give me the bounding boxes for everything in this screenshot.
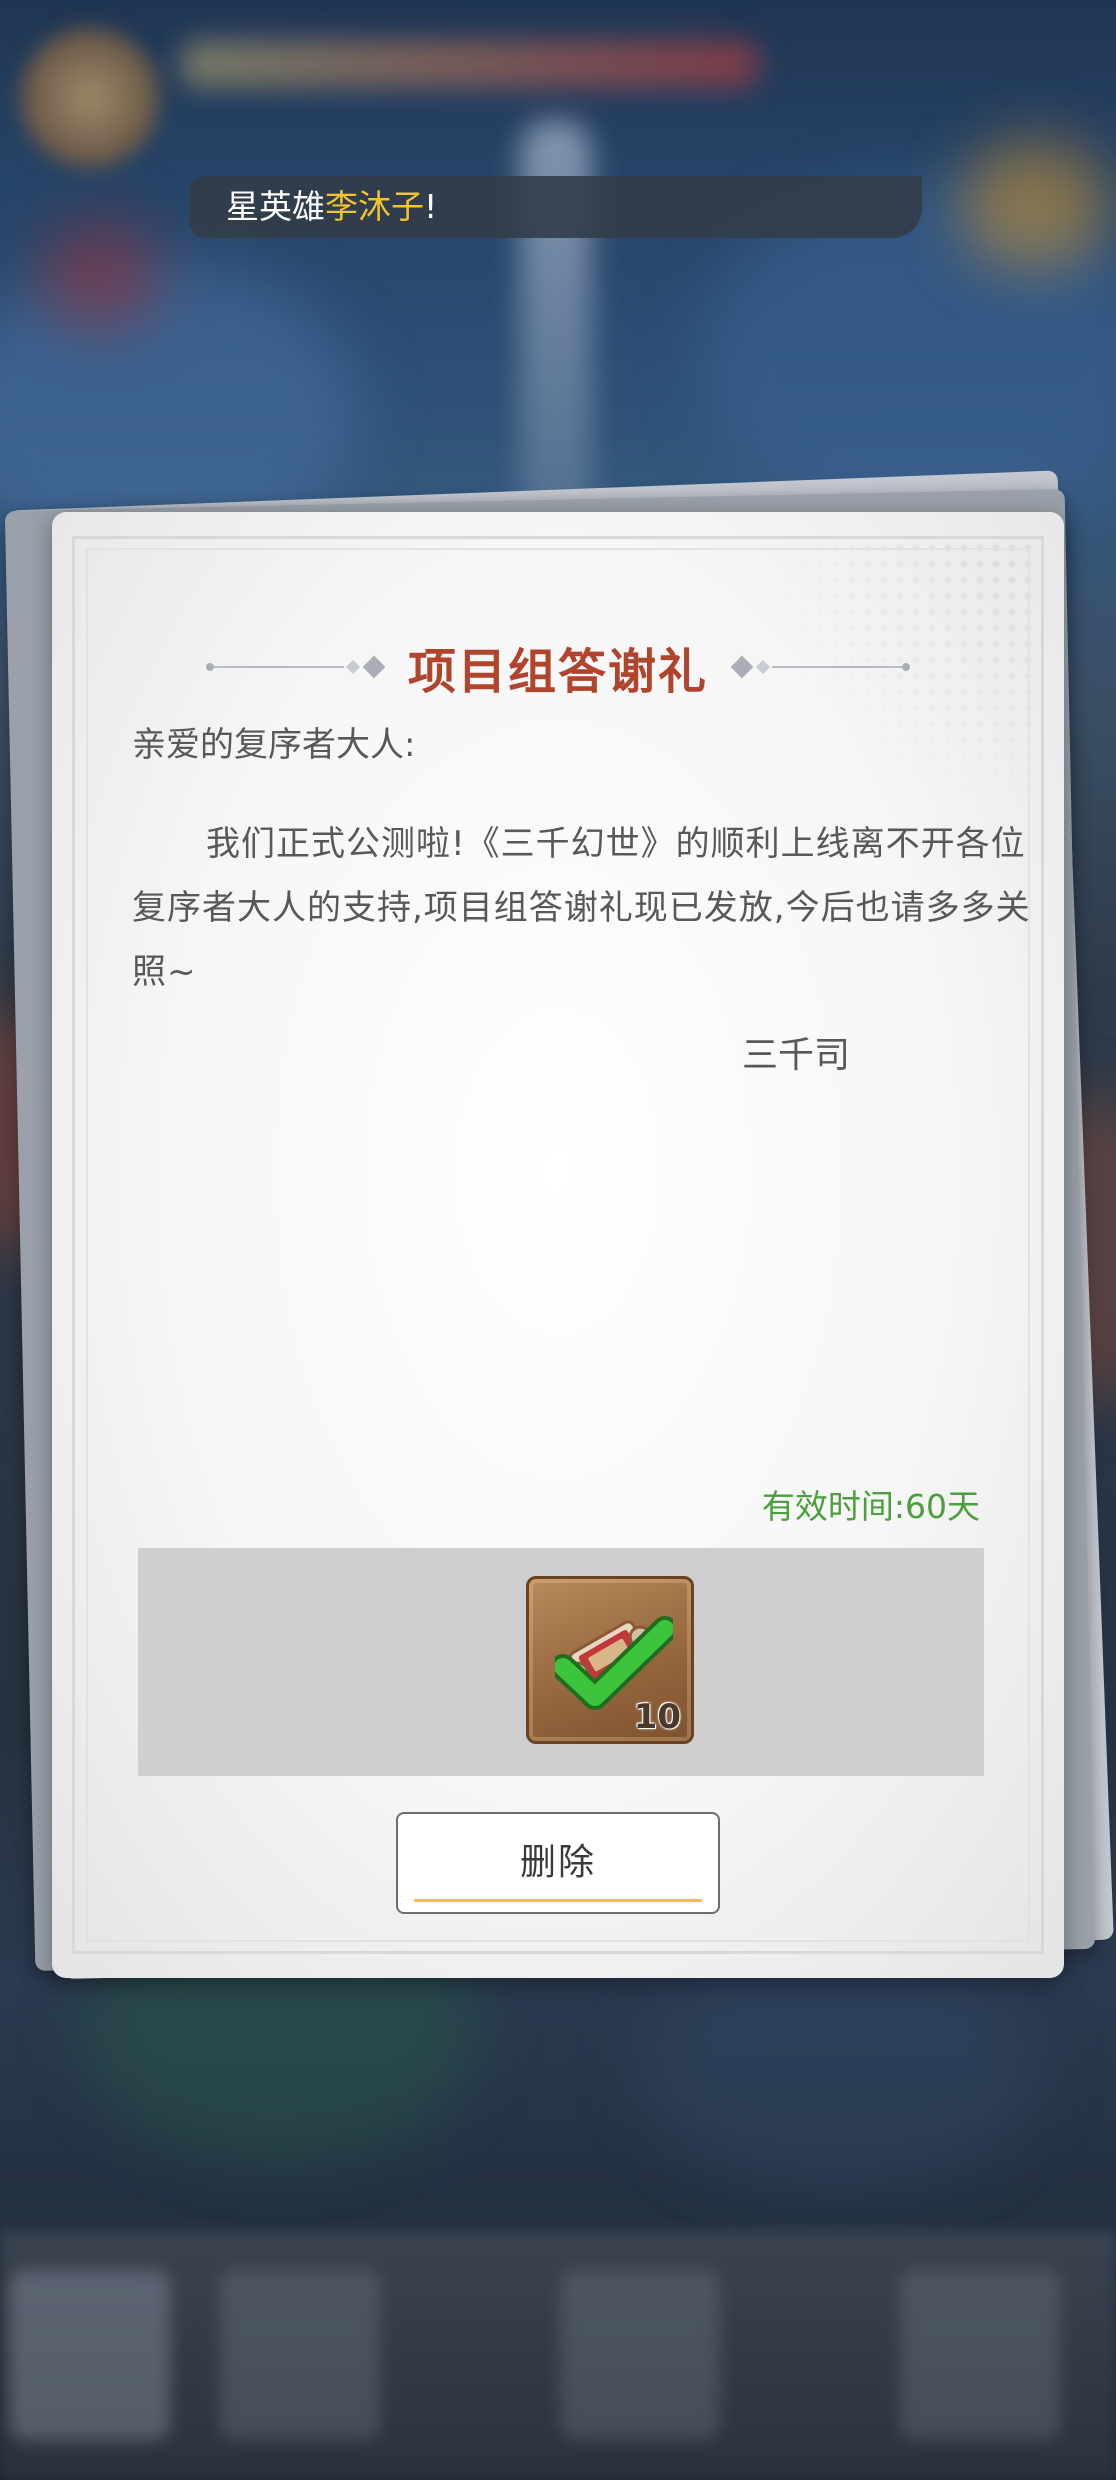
mail-validity: 有效时间:60天 bbox=[762, 1484, 980, 1530]
bottom-nav-slot bbox=[220, 2270, 380, 2440]
mail-body: 我们正式公测啦!《三千幻世》的顺利上线离不开各位复序者大人的支持,项目组答谢礼现… bbox=[132, 824, 1031, 992]
marquee-prefix: 星英雄 bbox=[226, 187, 325, 226]
validity-value: 60天 bbox=[905, 1487, 980, 1526]
marquee-suffix: ! bbox=[424, 187, 438, 226]
attachment-item[interactable]: 10 bbox=[526, 1576, 694, 1744]
mail-signature: 三千司 bbox=[742, 1035, 851, 1076]
player-avatar bbox=[20, 28, 160, 168]
delete-button[interactable]: 删除 bbox=[396, 1812, 720, 1914]
mail-title-row: 项目组答谢礼 bbox=[52, 632, 1064, 702]
mail-greeting: 亲爱的复序者大人: bbox=[132, 725, 416, 765]
player-info-bar bbox=[180, 40, 760, 88]
delete-button-label: 删除 bbox=[519, 1842, 596, 1883]
attachment-area: 10 bbox=[138, 1548, 984, 1776]
validity-label: 有效时间: bbox=[761, 1487, 905, 1526]
bottom-nav-slot bbox=[10, 2270, 170, 2440]
title-ornament-left-icon bbox=[205, 655, 386, 679]
mail-title: 项目组答谢礼 bbox=[407, 644, 708, 700]
title-ornament-right-icon bbox=[730, 655, 910, 679]
item-count: 10 bbox=[633, 1697, 681, 1737]
marquee-hero-name: 李沐子 bbox=[325, 187, 424, 226]
mail-letter-panel: 项目组答谢礼 亲爱的复序者大人: 我们正式公测啦!《三千幻世》的顺利上线离不开各… bbox=[52, 512, 1064, 1978]
bottom-nav-slot bbox=[900, 2270, 1060, 2440]
announcement-marquee: 星英雄李沐子! bbox=[190, 176, 922, 238]
bottom-nav-slot bbox=[560, 2270, 720, 2440]
